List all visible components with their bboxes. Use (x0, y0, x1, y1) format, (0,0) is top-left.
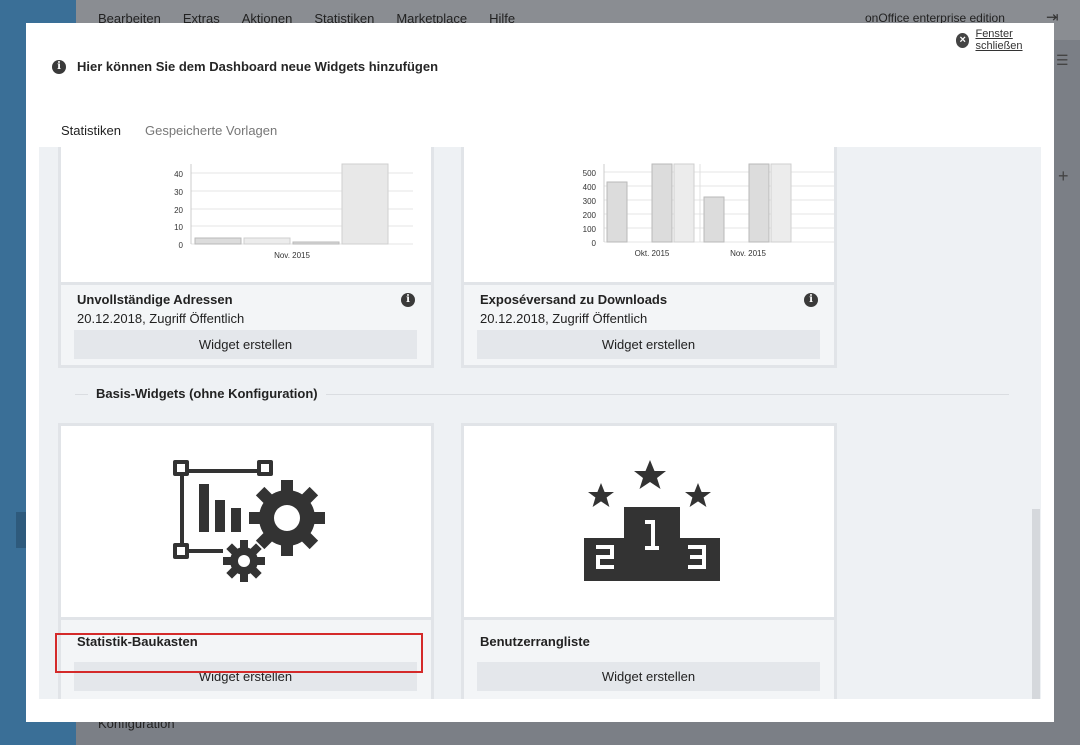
preview-bar-chart: 40 30 20 10 0 Nov. 2015 (174, 163, 413, 260)
info-icon[interactable]: i (401, 293, 415, 307)
preview-bar-chart: 500 400 300 200 100 0 Okt. 2015 Nov. 201… (583, 163, 834, 258)
section-title: Basis-Widgets (ohne Konfiguration) (88, 386, 326, 401)
close-icon: × (956, 32, 970, 48)
chart-bar (243, 237, 291, 245)
chart-bar (770, 163, 792, 243)
y-tick: 500 (583, 169, 597, 178)
x-tick: Nov. 2015 (730, 249, 766, 258)
y-tick: 40 (174, 170, 183, 179)
chart-bar (651, 163, 673, 243)
y-tick: 200 (583, 211, 597, 220)
info-icon[interactable]: i (804, 293, 818, 307)
y-tick: 400 (583, 183, 597, 192)
y-tick: 100 (583, 225, 597, 234)
y-tick: 20 (174, 206, 183, 215)
chart-bar (703, 196, 725, 243)
chart-bar (194, 237, 242, 245)
info-icon: i (52, 59, 66, 74)
widget-title: Benutzerrangliste (480, 634, 590, 649)
sidebar-stub (16, 512, 26, 548)
y-tick: 300 (583, 197, 597, 206)
tab-bar: Statistiken Gespeicherte Vorlagen (61, 123, 277, 150)
y-tick: 0 (179, 241, 184, 250)
modal-heading: i Hier können Sie dem Dashboard neue Wid… (52, 59, 438, 74)
create-widget-button[interactable]: Widget erstellen (477, 662, 820, 691)
create-widget-button[interactable]: Widget erstellen (477, 330, 820, 359)
widget-preview: 500 400 300 200 100 0 Okt. 2015 Nov. 201… (464, 147, 834, 285)
widget-meta: 20.12.2018, Zugriff Öffentlich (77, 311, 245, 326)
chart-bar (606, 181, 628, 243)
widget-preview (61, 426, 431, 620)
close-window-link[interactable]: × Fenster schließen (956, 28, 1054, 52)
widget-title: Unvollständige Adressen (77, 292, 233, 307)
widget-card-benutzerrangliste: Benutzerrangliste Widget erstellen (461, 423, 837, 699)
modal-heading-text: Hier können Sie dem Dashboard neue Widge… (77, 59, 439, 74)
close-window-label: Fenster schließen (975, 28, 1023, 52)
widget-preview (464, 426, 834, 620)
plus-icon[interactable]: + (1058, 166, 1069, 187)
y-tick: 30 (174, 188, 183, 197)
y-tick: 10 (174, 223, 183, 232)
x-tick: Nov. 2015 (274, 251, 310, 260)
chart-bar (748, 163, 770, 243)
chart-bar (341, 163, 389, 245)
add-widget-modal: × Fenster schließen i Hier können Sie de… (26, 23, 1054, 722)
hamburger-icon[interactable]: ☰ (1056, 52, 1069, 69)
widget-card-exposeversand: 500 400 300 200 100 0 Okt. 2015 Nov. 201… (461, 147, 837, 368)
chart-gear-icon (173, 460, 325, 582)
chart-bar (292, 241, 340, 245)
widget-scroll-area[interactable]: 40 30 20 10 0 Nov. 2015 Unvollständige A… (39, 147, 1041, 699)
create-widget-button[interactable]: Widget erstellen (74, 330, 417, 359)
widget-card-unvollstaendige-adressen: 40 30 20 10 0 Nov. 2015 Unvollständige A… (58, 147, 434, 368)
highlight-frame (55, 633, 423, 673)
widget-title: Exposéversand zu Downloads (480, 292, 668, 307)
widget-meta: 20.12.2018, Zugriff Öffentlich (480, 311, 648, 326)
scrollbar[interactable] (1032, 509, 1040, 699)
podium-icon (584, 460, 720, 581)
widget-preview: 40 30 20 10 0 Nov. 2015 (61, 147, 431, 285)
chart-bar (673, 163, 695, 243)
tab-statistiken[interactable]: Statistiken (61, 123, 121, 150)
y-tick: 0 (592, 239, 597, 248)
x-tick: Okt. 2015 (635, 249, 670, 258)
tab-gespeicherte-vorlagen[interactable]: Gespeicherte Vorlagen (145, 123, 277, 150)
